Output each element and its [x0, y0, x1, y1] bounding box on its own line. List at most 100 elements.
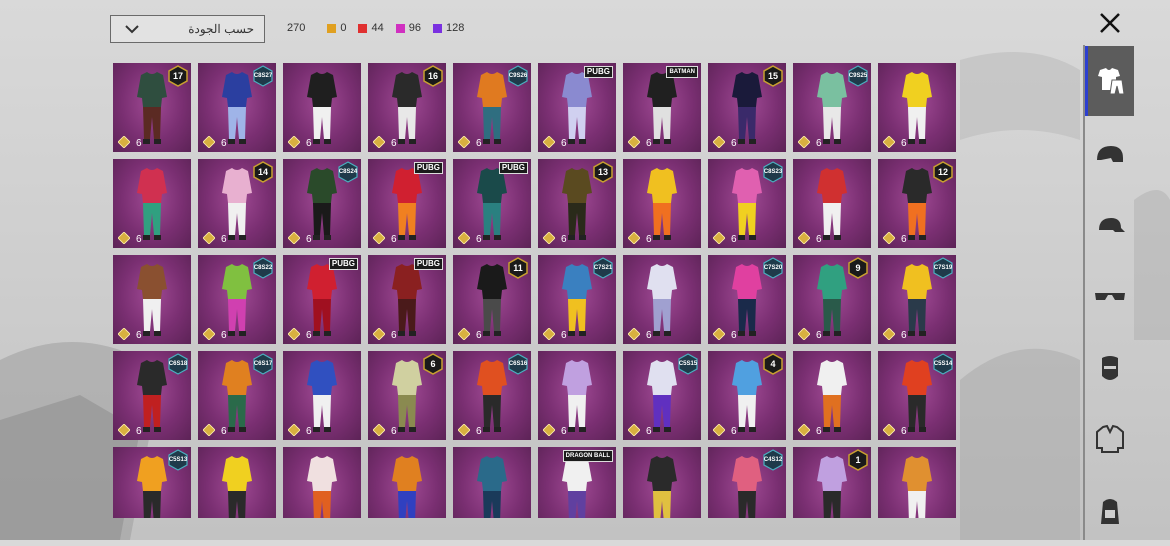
- outfit-tile[interactable]: 16 6: [368, 63, 446, 152]
- count-pink: 96: [395, 22, 421, 34]
- quality-diamond-icon: [543, 136, 555, 148]
- outfit-tile[interactable]: C6S18 6: [113, 351, 191, 440]
- outfit-tile[interactable]: 66: [368, 351, 446, 440]
- outfit-tile[interactable]: 13 6: [538, 159, 616, 248]
- quality-diamond-icon: [798, 232, 810, 244]
- sidebar-item-masks[interactable]: [1085, 334, 1134, 404]
- item-count: 6: [136, 330, 142, 341]
- outfit-tile[interactable]: C4S126: [708, 447, 786, 518]
- season-badge: C9S26: [507, 65, 529, 87]
- jacket-icon: [1095, 424, 1124, 453]
- quality-diamond-icon: [713, 136, 725, 148]
- outfit-tile[interactable]: 12 6: [878, 159, 956, 248]
- outfit-tile[interactable]: 6: [878, 447, 956, 518]
- outfit-image: [222, 456, 252, 518]
- outfit-tile[interactable]: 15 6: [708, 63, 786, 152]
- outfit-tile[interactable]: 6: [538, 351, 616, 440]
- level-badge: 11: [507, 257, 529, 279]
- item-count: 6: [731, 234, 737, 245]
- outfit-tile[interactable]: C9S26 6: [453, 63, 531, 152]
- outfit-tile[interactable]: 6: [453, 447, 531, 518]
- outfit-tile[interactable]: C7S20 6: [708, 255, 786, 344]
- collab-tag: PUBG: [413, 258, 443, 270]
- outfit-tile[interactable]: C7S19 6: [878, 255, 956, 344]
- season-badge: C5S13: [167, 449, 189, 471]
- outfit-tile[interactable]: 6: [283, 63, 361, 152]
- collab-tag: PUBG: [413, 162, 443, 174]
- glasses-icon: [1094, 293, 1125, 300]
- item-count: 6: [221, 138, 227, 149]
- outfit-tile[interactable]: C7S21 6: [538, 255, 616, 344]
- outfit-tile[interactable]: 17 6: [113, 63, 191, 152]
- season-badge: C7S21: [592, 257, 614, 279]
- quality-diamond-icon: [458, 328, 470, 340]
- outfit-image: [137, 168, 167, 240]
- level-badge: 6: [422, 353, 444, 375]
- item-count: 6: [136, 426, 142, 437]
- outfit-tile[interactable]: C8S23 6: [708, 159, 786, 248]
- outfit-tile[interactable]: 6: [368, 447, 446, 518]
- level-badge: 12: [932, 161, 954, 183]
- outfit-tile[interactable]: C5S14 6: [878, 351, 956, 440]
- item-count: 6: [476, 234, 482, 245]
- count-red: 44: [358, 22, 384, 34]
- sidebar-item-jackets[interactable]: [1085, 404, 1134, 474]
- outfit-tile[interactable]: C6S16 6: [453, 351, 531, 440]
- item-count: 6: [391, 234, 397, 245]
- season-badge: C5S15: [677, 353, 699, 375]
- outfit-tile[interactable]: 96: [793, 255, 871, 344]
- outfit-tile[interactable]: 6: [878, 63, 956, 152]
- sort-dropdown[interactable]: حسب الجودة: [110, 15, 265, 43]
- item-count: 6: [306, 330, 312, 341]
- backpack-icon: [1100, 499, 1119, 524]
- item-count: 6: [476, 426, 482, 437]
- quality-diamond-icon: [288, 328, 300, 340]
- outfit-tile[interactable]: 11 6: [453, 255, 531, 344]
- outfit-tile[interactable]: 6: [283, 447, 361, 518]
- outfit-tile[interactable]: C8S24 6: [283, 159, 361, 248]
- sidebar-item-helmets[interactable]: [1085, 120, 1134, 190]
- outfit-tile[interactable]: DRAGON BALL6: [538, 447, 616, 518]
- outfit-tile[interactable]: 6: [198, 447, 276, 518]
- outfit-tile[interactable]: 6: [623, 159, 701, 248]
- outfit-tile[interactable]: PUBG 6: [368, 159, 446, 248]
- outfit-tile[interactable]: 46: [708, 351, 786, 440]
- outfit-tile[interactable]: 6: [623, 255, 701, 344]
- outfit-tile[interactable]: C5S136: [113, 447, 191, 518]
- sidebar-item-backpacks[interactable]: [1085, 476, 1134, 546]
- outfit-tile[interactable]: 14 6: [198, 159, 276, 248]
- outfit-tile[interactable]: 6: [283, 351, 361, 440]
- sidebar-item-outfits[interactable]: [1085, 46, 1134, 116]
- quality-diamond-icon: [458, 136, 470, 148]
- outfit-image: [392, 456, 422, 518]
- outfit-tile[interactable]: 6: [113, 255, 191, 344]
- outfit-tile[interactable]: C6S17 6: [198, 351, 276, 440]
- quality-diamond-icon: [883, 424, 895, 436]
- outfit-tile[interactable]: 16: [793, 447, 871, 518]
- quality-diamond-icon: [118, 136, 130, 148]
- outfit-tile[interactable]: C8S27 6: [198, 63, 276, 152]
- item-count: 6: [816, 426, 822, 437]
- outfit-tile[interactable]: PUBG 6: [368, 255, 446, 344]
- outfit-image: [307, 264, 337, 336]
- quality-diamond-icon: [118, 328, 130, 340]
- outfit-tile[interactable]: C9S25 6: [793, 63, 871, 152]
- sidebar-item-hats[interactable]: [1085, 192, 1134, 262]
- outfit-tile[interactable]: C8S22 6: [198, 255, 276, 344]
- outfit-tile[interactable]: C5S15 6: [623, 351, 701, 440]
- outfit-tile[interactable]: 6: [113, 159, 191, 248]
- outfit-tile[interactable]: 6: [623, 447, 701, 518]
- outfit-tile[interactable]: PUBG 6: [283, 255, 361, 344]
- sidebar-item-glasses[interactable]: [1085, 262, 1134, 332]
- item-count: 6: [561, 138, 567, 149]
- quality-diamond-icon: [373, 232, 385, 244]
- outfit-tile[interactable]: BATMAN 6: [623, 63, 701, 152]
- outfit-tile[interactable]: PUBG 6: [538, 63, 616, 152]
- item-counts: 270 0 44 96 128: [287, 22, 476, 34]
- cap-icon: [1098, 218, 1125, 232]
- item-count: 6: [901, 234, 907, 245]
- outfit-tile[interactable]: 6: [793, 159, 871, 248]
- outfit-tile[interactable]: 6: [793, 351, 871, 440]
- close-icon[interactable]: [1095, 8, 1125, 38]
- outfit-tile[interactable]: PUBG 6: [453, 159, 531, 248]
